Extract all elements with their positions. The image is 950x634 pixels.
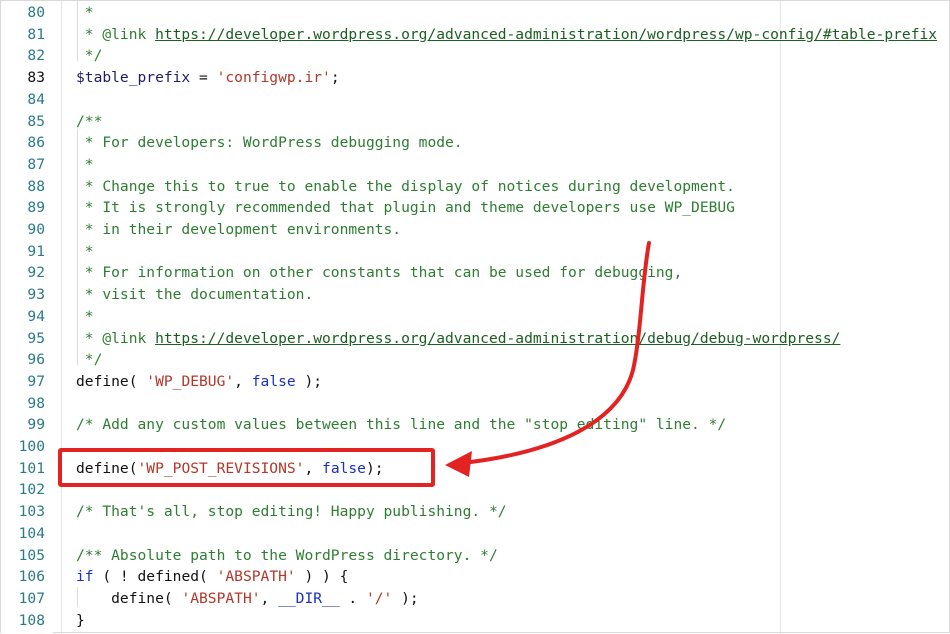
- annotation-arrow-icon: [445, 241, 651, 477]
